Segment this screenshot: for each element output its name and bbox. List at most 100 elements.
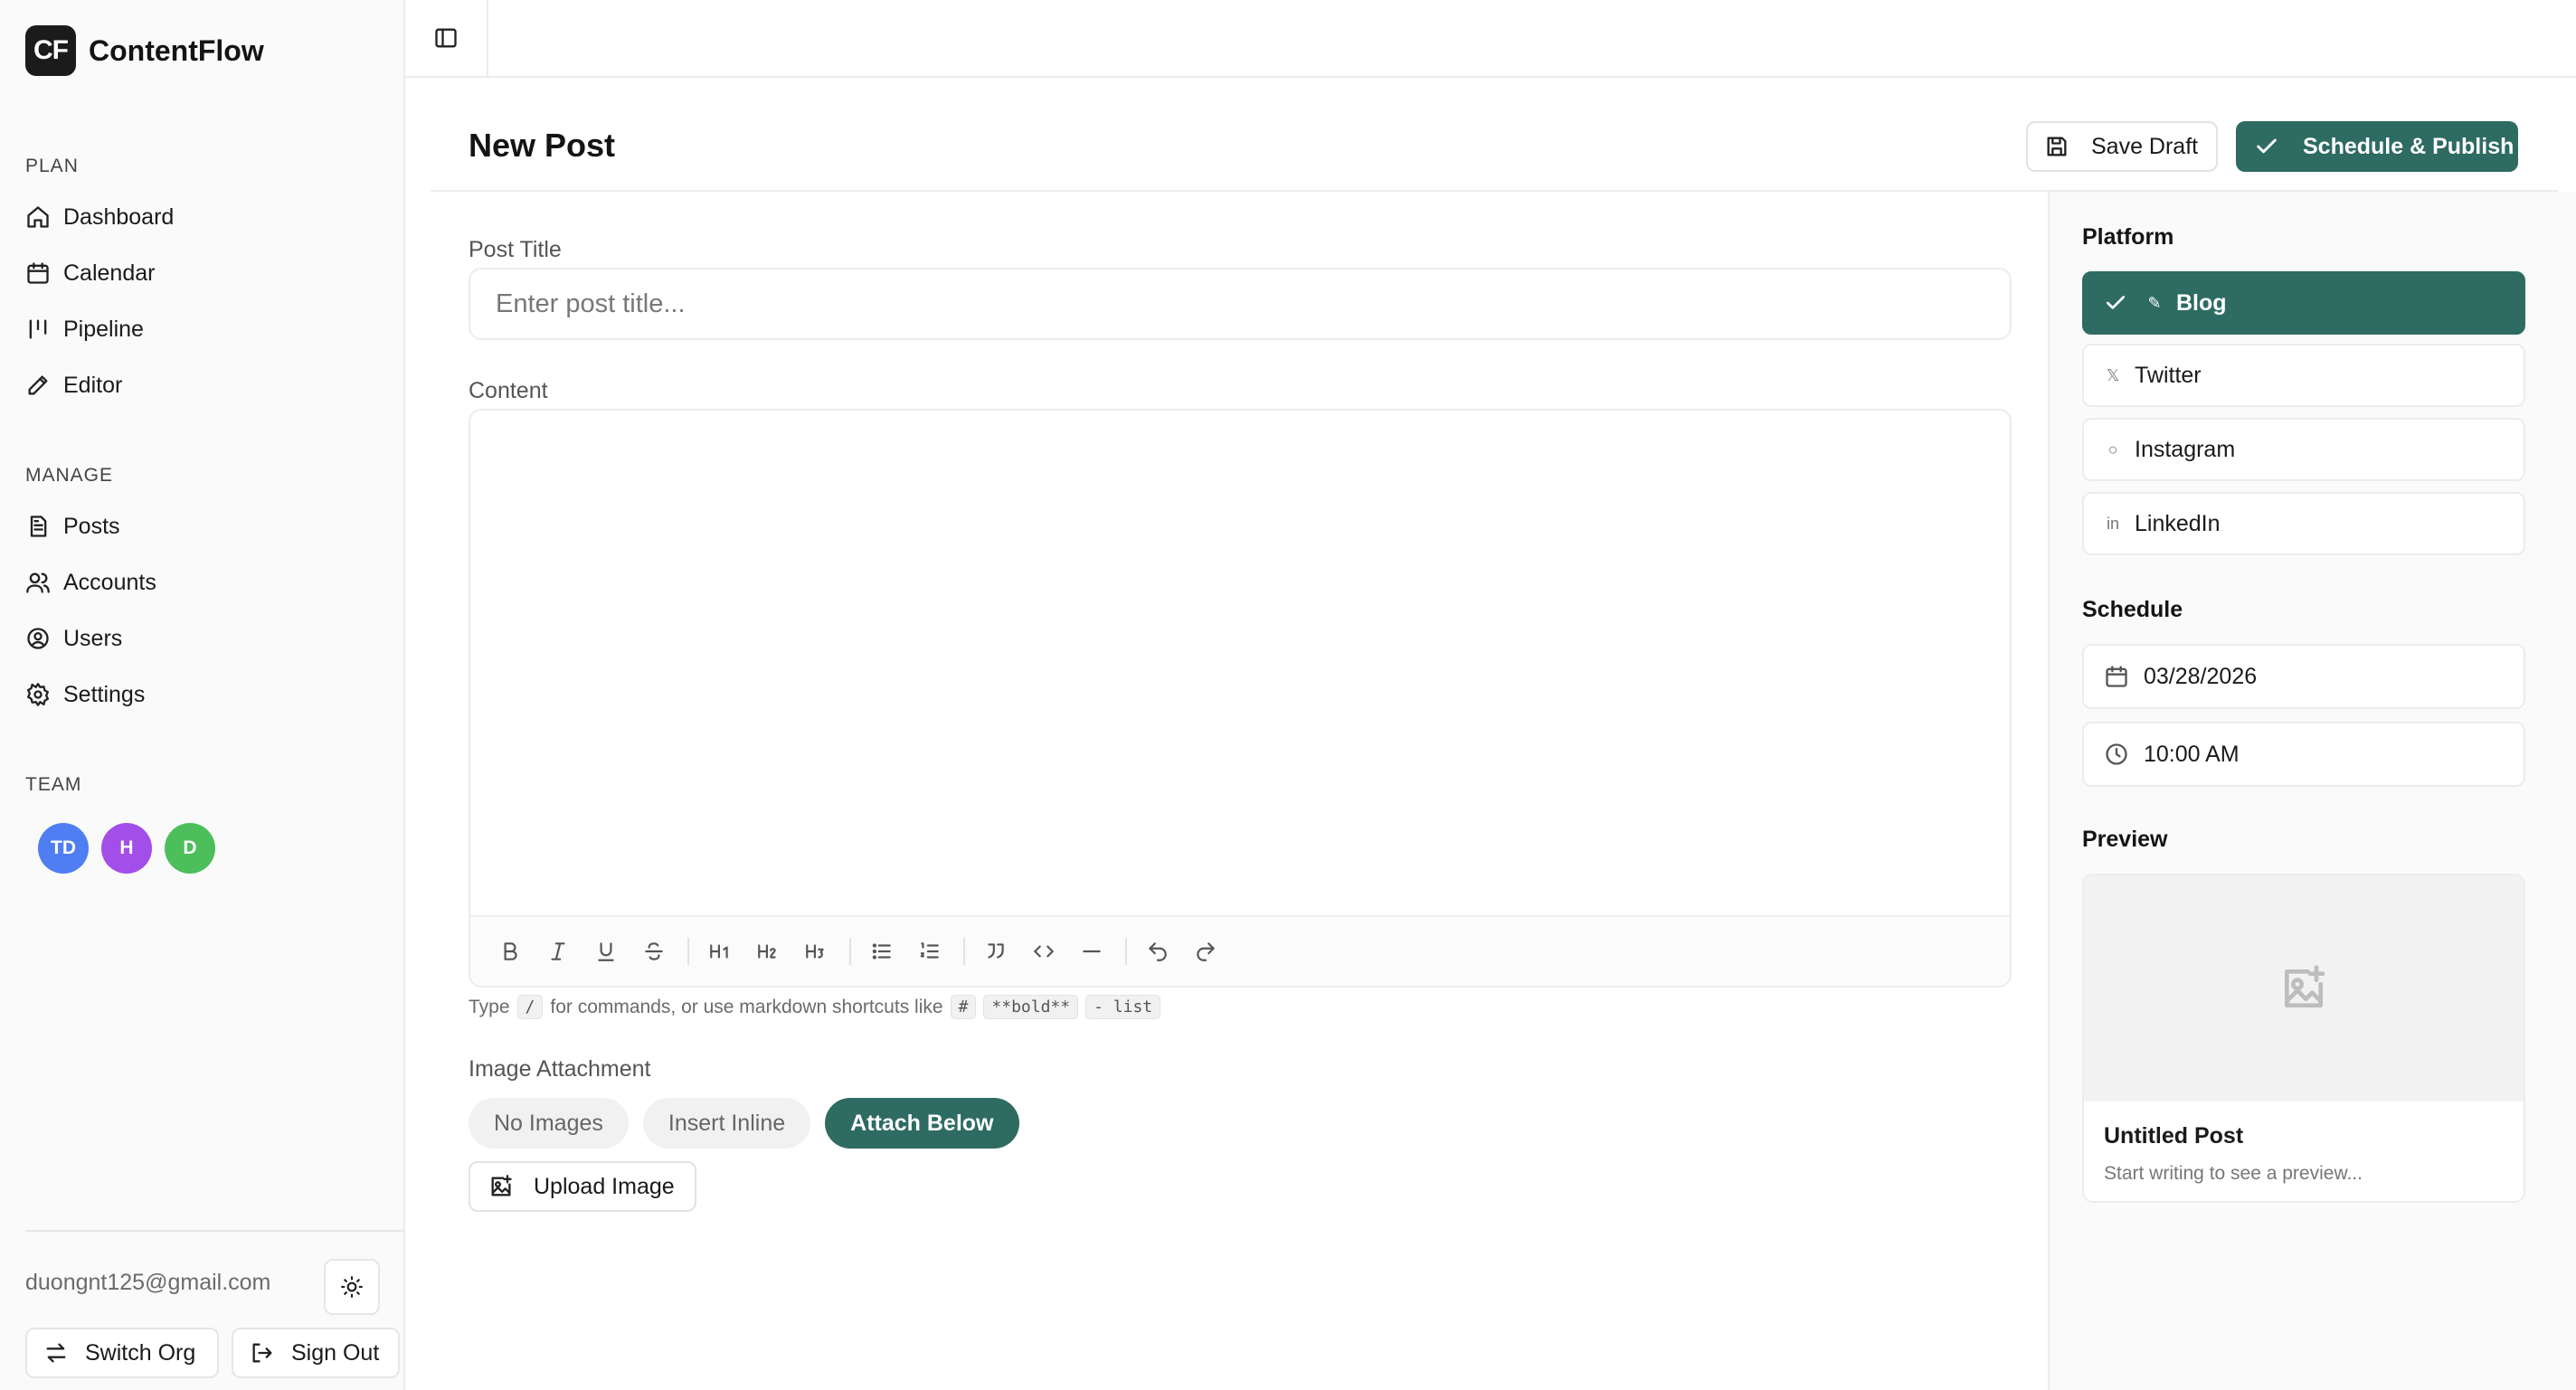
platform-option-blog[interactable]: ✎ Blog — [2082, 271, 2525, 335]
toolbar-separator — [849, 938, 851, 965]
save-icon — [2044, 134, 2091, 159]
avatar[interactable]: H — [101, 823, 152, 874]
schedule-date-input[interactable]: 03/28/2026 — [2082, 644, 2525, 709]
preview-subtitle: Start writing to see a preview... — [2104, 1163, 2363, 1184]
schedule-time-value: 10:00 AM — [2144, 741, 2240, 767]
brand-logo: CF — [25, 25, 76, 76]
sidebar-toggle-button[interactable] — [405, 0, 488, 76]
platform-label: LinkedIn — [2135, 510, 2221, 536]
user-email: duongnt125@gmail.com — [25, 1270, 271, 1295]
option-attach-below[interactable]: Attach Below — [825, 1098, 1019, 1149]
check-icon — [2254, 134, 2303, 159]
pipeline-icon — [25, 317, 51, 342]
heading1-icon — [708, 940, 732, 963]
content-textarea[interactable] — [470, 411, 2010, 917]
ordered-list-icon — [918, 940, 942, 963]
platform-label: Blog — [2176, 289, 2227, 316]
section-label-manage: MANAGE — [25, 465, 114, 486]
sign-out-button[interactable]: Sign Out — [232, 1328, 400, 1378]
italic-button[interactable] — [540, 933, 576, 969]
schedule-publish-label: Schedule & Publish — [2303, 133, 2514, 159]
toolbar-separator — [1125, 938, 1127, 965]
top-bar — [405, 0, 2576, 78]
sign-out-icon — [250, 1340, 291, 1366]
code-icon — [1032, 940, 1056, 963]
option-no-images[interactable]: No Images — [469, 1098, 629, 1149]
switch-icon — [43, 1340, 85, 1366]
code-button[interactable] — [1026, 933, 1062, 969]
attachment-options: No Images Insert Inline Attach Below — [469, 1098, 1019, 1149]
switch-org-button[interactable]: Switch Org — [25, 1328, 219, 1378]
platform-label: Twitter — [2135, 362, 2202, 388]
gear-icon — [25, 682, 51, 707]
divider-button[interactable] — [1074, 933, 1110, 969]
platform-heading: Platform — [2082, 224, 2174, 250]
schedule-publish-button[interactable]: Schedule & Publish — [2236, 121, 2518, 172]
sidebar-item-users[interactable]: Users — [25, 615, 378, 662]
post-title-input[interactable] — [469, 268, 2012, 340]
user-circle-icon — [25, 626, 51, 651]
platform-option-instagram[interactable]: ○ Instagram — [2082, 418, 2525, 481]
sidebar-item-pipeline[interactable]: Pipeline — [25, 306, 378, 353]
brand[interactable]: CF ContentFlow — [25, 25, 264, 76]
schedule-time-input[interactable]: 10:00 AM — [2082, 722, 2525, 787]
content-editor — [469, 409, 2012, 988]
home-icon — [25, 204, 51, 230]
sidebar-item-calendar[interactable]: Calendar — [25, 250, 378, 297]
save-draft-button[interactable]: Save Draft — [2026, 121, 2218, 172]
sidebar-item-label: Pipeline — [63, 316, 144, 342]
sidebar-item-dashboard[interactable]: Dashboard — [25, 194, 378, 241]
heading1-button[interactable] — [702, 933, 738, 969]
section-label-team: TEAM — [25, 774, 82, 795]
toolbar-separator — [687, 938, 689, 965]
redo-button[interactable] — [1188, 933, 1224, 969]
preview-image-placeholder — [2084, 875, 2524, 1102]
sidebar-item-accounts[interactable]: Accounts — [25, 559, 378, 606]
edit-icon — [25, 373, 51, 398]
heading3-button[interactable] — [798, 933, 834, 969]
underline-icon — [594, 940, 618, 963]
editor-toolbar — [470, 915, 2010, 986]
hint-slash: / — [516, 995, 544, 1019]
post-title-label: Post Title — [469, 237, 562, 262]
file-icon — [25, 514, 51, 539]
platform-option-linkedin[interactable]: in LinkedIn — [2082, 492, 2525, 555]
redo-icon — [1194, 940, 1217, 963]
strikethrough-button[interactable] — [636, 933, 672, 969]
calendar-icon — [2104, 664, 2144, 689]
quote-button[interactable] — [978, 933, 1014, 969]
upload-image-button[interactable]: Upload Image — [469, 1161, 696, 1212]
clock-icon — [2104, 742, 2144, 767]
hint-hash: # — [950, 995, 977, 1019]
avatar[interactable]: TD — [38, 823, 89, 874]
blog-icon: ✎ — [2147, 293, 2162, 312]
twitter-icon: 𝕏 — [2106, 365, 2120, 384]
hint-list: - list — [1085, 995, 1161, 1019]
ordered-list-button[interactable] — [912, 933, 948, 969]
hint-middle: for commands, or use markdown shortcuts … — [550, 996, 943, 1017]
schedule-date-value: 03/28/2026 — [2144, 663, 2258, 689]
page-title: New Post — [469, 127, 616, 164]
save-draft-label: Save Draft — [2091, 133, 2199, 159]
undo-button[interactable] — [1140, 933, 1176, 969]
hint-prefix: Type — [469, 996, 510, 1017]
sidebar-item-posts[interactable]: Posts — [25, 503, 378, 550]
strikethrough-icon — [642, 940, 666, 963]
option-insert-inline[interactable]: Insert Inline — [642, 1098, 811, 1149]
theme-toggle-button[interactable] — [324, 1259, 380, 1315]
team-avatars: TD H D — [38, 823, 215, 874]
preview-card: Untitled Post Start writing to see a pre… — [2082, 874, 2525, 1203]
heading2-button[interactable] — [750, 933, 786, 969]
quote-icon — [984, 940, 1008, 963]
bold-icon — [498, 940, 522, 963]
sidebar-item-label: Users — [63, 625, 123, 651]
sun-icon — [340, 1275, 364, 1299]
platform-option-twitter[interactable]: 𝕏 Twitter — [2082, 344, 2525, 407]
bullet-list-button[interactable] — [864, 933, 900, 969]
underline-button[interactable] — [588, 933, 624, 969]
bold-button[interactable] — [492, 933, 528, 969]
platform-label: Instagram — [2135, 436, 2236, 462]
avatar[interactable]: D — [165, 823, 215, 874]
sidebar-item-editor[interactable]: Editor — [25, 362, 378, 409]
sidebar-item-settings[interactable]: Settings — [25, 671, 378, 718]
